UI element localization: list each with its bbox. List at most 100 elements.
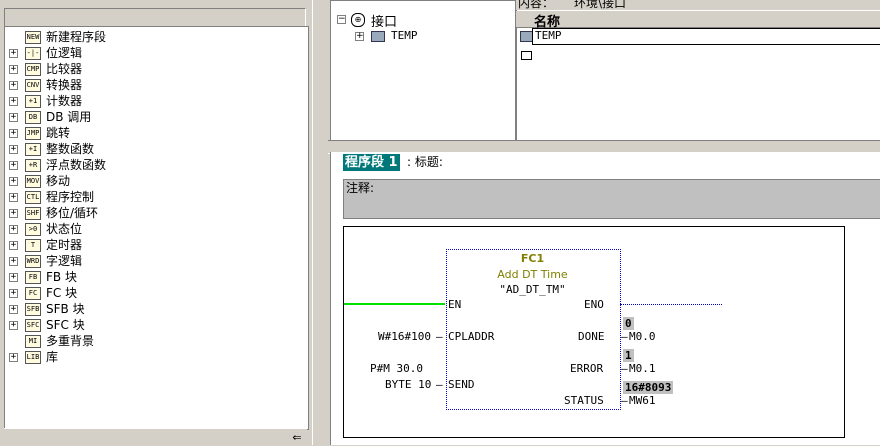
tree-item-label[interactable]: 状态位 bbox=[46, 221, 82, 237]
tree-item-label[interactable]: 移动 bbox=[46, 173, 70, 189]
tree-item[interactable]: + +1 计数器 bbox=[5, 93, 305, 109]
expand-icon[interactable]: + bbox=[9, 257, 18, 266]
tree-item[interactable]: MI 多重背景 bbox=[5, 333, 305, 349]
tree-item-label[interactable]: 移位/循环 bbox=[46, 205, 98, 221]
tree-item-label[interactable]: 跳转 bbox=[46, 125, 70, 141]
tree-item-label[interactable]: 计数器 bbox=[46, 93, 82, 109]
tree-item-label[interactable]: 程序控制 bbox=[46, 189, 94, 205]
send-wire: – bbox=[436, 378, 443, 391]
tree-item-label[interactable]: 浮点数函数 bbox=[46, 157, 106, 173]
tree-item[interactable]: + SFB SFB 块 bbox=[5, 301, 305, 317]
tree-item-label[interactable]: 库 bbox=[46, 349, 58, 365]
tree-item[interactable]: + SHF 移位/循环 bbox=[5, 205, 305, 221]
expand-icon[interactable]: + bbox=[9, 177, 18, 186]
done-operand[interactable]: M0.0 bbox=[629, 330, 656, 343]
network-comment[interactable]: 注释: bbox=[343, 179, 880, 219]
tree-item[interactable]: + +I 整数函数 bbox=[5, 141, 305, 157]
expand-icon[interactable]: + bbox=[9, 97, 18, 106]
tree-item[interactable]: + +R 浮点数函数 bbox=[5, 157, 305, 173]
expand-icon[interactable]: + bbox=[9, 145, 18, 154]
expand-icon[interactable]: + bbox=[9, 129, 18, 138]
multi-instance-icon: MI bbox=[25, 335, 41, 348]
expand-icon[interactable]: + bbox=[9, 81, 18, 90]
tree-item[interactable]: + DB DB 调用 bbox=[5, 109, 305, 125]
expand-icon[interactable]: + bbox=[9, 225, 18, 234]
tree-item-label[interactable]: 定时器 bbox=[46, 237, 82, 253]
tree-item[interactable]: + FC FC 块 bbox=[5, 285, 305, 301]
tree-item[interactable]: + LIB 库 bbox=[5, 349, 305, 365]
send-pointer[interactable]: P#M 30.0 bbox=[370, 362, 423, 375]
tree-item-label[interactable]: 比较器 bbox=[46, 61, 82, 77]
tree-item-label[interactable]: 转换器 bbox=[46, 77, 82, 93]
tree-item[interactable]: NEW 新建程序段 bbox=[5, 29, 305, 45]
cpladdr-wire: – bbox=[436, 330, 443, 343]
expand-icon[interactable]: + bbox=[9, 305, 18, 314]
scroll-left-icon[interactable]: ⇐ bbox=[287, 429, 307, 446]
send-length[interactable]: BYTE 10 bbox=[385, 378, 431, 391]
error-operand[interactable]: M0.1 bbox=[629, 362, 656, 375]
expand-icon[interactable]: + bbox=[9, 241, 18, 250]
timer-icon: T bbox=[25, 239, 41, 252]
content-path: 环境\接口 bbox=[574, 0, 627, 10]
temp-folder-icon bbox=[371, 31, 385, 42]
collapse-icon[interactable]: − bbox=[337, 15, 346, 24]
tree-item-label[interactable]: 字逻辑 bbox=[46, 253, 82, 269]
tree-item-label[interactable]: FB 块 bbox=[46, 269, 77, 285]
expand-icon[interactable]: + bbox=[9, 289, 18, 298]
expand-icon[interactable]: + bbox=[9, 113, 18, 122]
sfc-block-icon: SFC bbox=[25, 319, 41, 332]
instruction-tree[interactable]: NEW 新建程序段 + -|- 位逻辑 + CMP 比较器 + CNV 转换器 + +1 计数器 + DB DB… bbox=[4, 26, 309, 430]
tree-item[interactable]: + JMP 跳转 bbox=[5, 125, 305, 141]
new-row-icon[interactable] bbox=[521, 51, 532, 60]
vertical-splitter[interactable] bbox=[312, 0, 329, 445]
expand-icon[interactable]: + bbox=[9, 65, 18, 74]
tree-item-label[interactable]: 多重背景 bbox=[46, 333, 94, 349]
expand-icon[interactable]: + bbox=[9, 273, 18, 282]
expand-icon[interactable]: + bbox=[9, 209, 18, 218]
status-operand[interactable]: MW61 bbox=[629, 394, 656, 407]
block-name[interactable]: FC1 bbox=[446, 252, 619, 265]
tree-item-label[interactable]: FC 块 bbox=[46, 285, 77, 301]
tree-item[interactable]: + MOV 移动 bbox=[5, 173, 305, 189]
tree-item[interactable]: + -|- 位逻辑 bbox=[5, 45, 305, 61]
tree-item-label[interactable]: 新建程序段 bbox=[46, 29, 106, 45]
interface-tree[interactable]: − ⊕ 接口 + TEMP bbox=[330, 0, 516, 142]
tree-item[interactable]: + WRD 字逻辑 bbox=[5, 253, 305, 269]
library-icon: LIB bbox=[25, 351, 41, 364]
block-symbol[interactable]: "AD_DT_TM" bbox=[446, 283, 619, 296]
tree-item-label[interactable]: DB 调用 bbox=[46, 109, 91, 125]
expand-icon[interactable]: + bbox=[9, 193, 18, 202]
content-label: 内容： bbox=[518, 0, 555, 10]
network-label[interactable]: 程序段 1 bbox=[343, 154, 400, 171]
expand-icon[interactable]: + bbox=[9, 161, 18, 170]
tree-item-label[interactable]: SFB 块 bbox=[46, 301, 85, 317]
tree-item[interactable]: + SFC SFC 块 bbox=[5, 317, 305, 333]
tree-item[interactable]: + FB FB 块 bbox=[5, 269, 305, 285]
tree-item[interactable]: + CTL 程序控制 bbox=[5, 189, 305, 205]
interface-root-label[interactable]: 接口 bbox=[371, 11, 397, 30]
done-status-value: 0 bbox=[623, 317, 634, 330]
table-row[interactable]: TEMP bbox=[532, 28, 880, 45]
tree-item[interactable]: + >0 状态位 bbox=[5, 221, 305, 237]
new-network-icon: NEW bbox=[25, 31, 41, 44]
tree-item[interactable]: + CMP 比较器 bbox=[5, 61, 305, 77]
expand-icon[interactable]: + bbox=[9, 353, 18, 362]
tree-item-label[interactable]: 整数函数 bbox=[46, 141, 94, 157]
comment-label: 注释: bbox=[346, 181, 375, 195]
expand-icon[interactable]: + bbox=[9, 321, 18, 330]
tree-item-label[interactable]: SFC 块 bbox=[46, 317, 85, 333]
tree-horizontal-scrollbar[interactable]: ⇐ bbox=[4, 428, 307, 446]
tree-item[interactable]: + T 定时器 bbox=[5, 237, 305, 253]
tree-item[interactable]: + CNV 转换器 bbox=[5, 77, 305, 93]
network-title[interactable]: : 标题: bbox=[407, 154, 443, 171]
pin-status: STATUS bbox=[564, 394, 604, 407]
shift-rotate-icon: SHF bbox=[25, 207, 41, 220]
cpladdr-param[interactable]: W#16#100 bbox=[378, 330, 431, 343]
row-name[interactable]: TEMP bbox=[535, 29, 562, 42]
expand-icon[interactable]: + bbox=[9, 49, 18, 58]
pin-eno: ENO bbox=[584, 298, 604, 311]
tree-item-label[interactable]: 位逻辑 bbox=[46, 45, 82, 61]
expand-icon[interactable]: + bbox=[355, 32, 364, 41]
interface-temp-label[interactable]: TEMP bbox=[391, 29, 418, 42]
pin-send: SEND bbox=[448, 378, 475, 391]
